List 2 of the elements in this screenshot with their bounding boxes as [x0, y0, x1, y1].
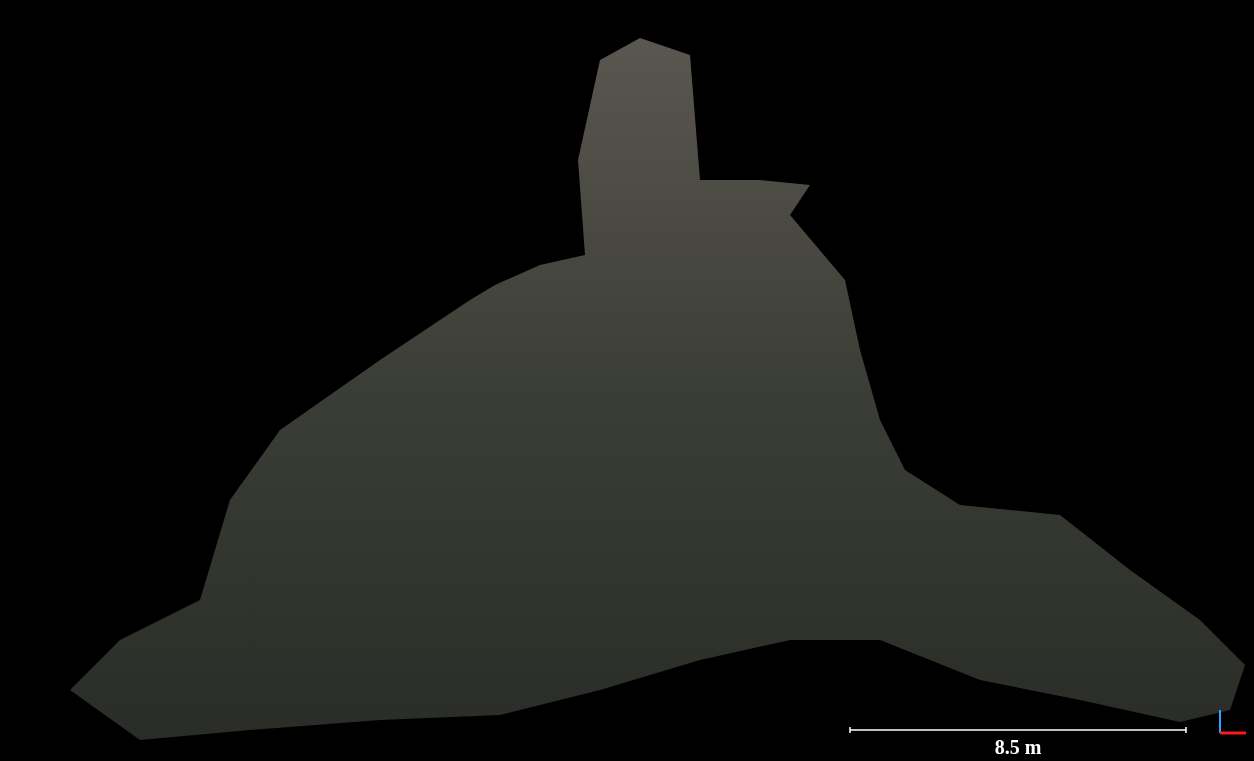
scale-label: 8.5 m — [994, 736, 1042, 758]
axes-icon — [1216, 708, 1248, 736]
